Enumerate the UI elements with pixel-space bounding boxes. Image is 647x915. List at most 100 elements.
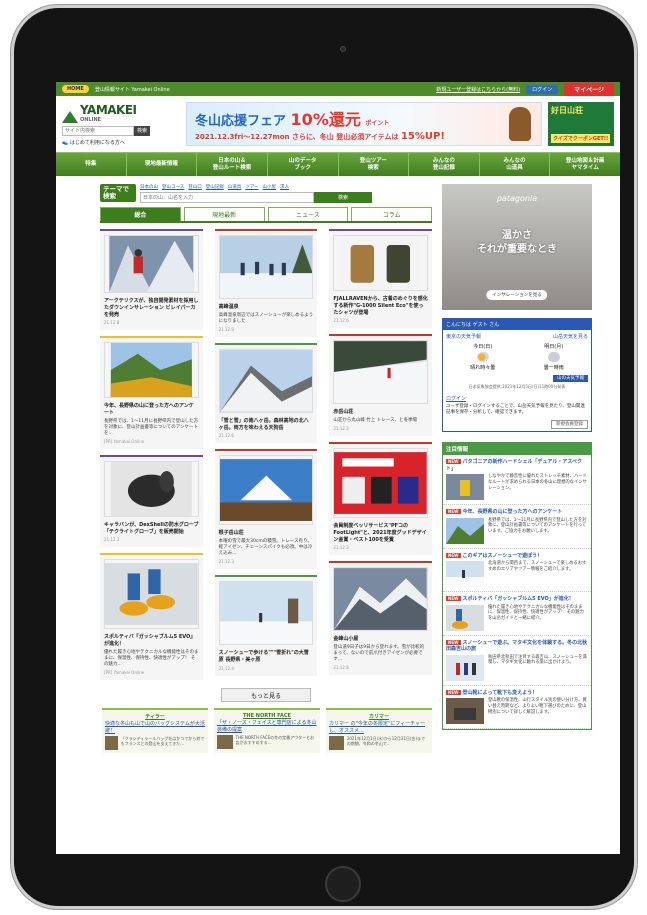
pickup-title: 今年、長野県の山に登った方へのアンケート bbox=[462, 509, 563, 516]
pickup-image bbox=[446, 561, 484, 588]
article-card[interactable]: 金峰山小屋 登山道9日子は9日から登れます。雪が比較的まって、ないので前爪付きア… bbox=[329, 561, 433, 676]
tab-news[interactable]: ニュース bbox=[267, 207, 349, 221]
mountain-weather-button[interactable]: 山の天気予報 bbox=[553, 375, 588, 382]
camera-dot bbox=[340, 46, 346, 52]
weather-change-link[interactable]: 山岳天気を見る bbox=[553, 333, 588, 340]
pickup-item[interactable]: NEW このギアはスノーシューで遊ぼう！ 北海道から関西まで、スノーシューで楽しめ… bbox=[443, 549, 591, 593]
article-desc: 長野県では、1～11月に長野県内で登山した方を対象に、登山計画書等についてのアン… bbox=[104, 418, 199, 436]
global-nav: 特集 現地最新情報 日本の山＆ 登山ルート検索 山のデータ ブック 登山ツアー … bbox=[56, 152, 620, 176]
mountain-search-input[interactable] bbox=[140, 192, 314, 203]
theme-link[interactable]: 求人 bbox=[280, 184, 289, 190]
nav-latest[interactable]: 現地最新情報 bbox=[127, 153, 198, 176]
theme-link[interactable]: 登山記録 bbox=[206, 184, 224, 190]
article-image bbox=[218, 235, 314, 299]
pickup-item[interactable]: NEW スポルティバ「ガッシャブルム5 EVO」が進化！ 優れた履き心地やテクニカ… bbox=[443, 592, 591, 636]
nav-mountains[interactable]: 日本の山＆ 登山ルート検索 bbox=[197, 153, 268, 176]
nav-gear[interactable]: みんなの 山道具 bbox=[480, 153, 551, 176]
today-label: 今日(日) bbox=[473, 344, 493, 350]
winter-fair-banner[interactable]: 冬山応援フェア 10%還元 ポイント 2021.12.3fri～12.27mon… bbox=[186, 102, 542, 146]
new-badge: NEW bbox=[446, 459, 461, 465]
promo-card[interactable]: ティラー 快適な冬山も山で山のバッグシステムが大活躍！ 「クラシティラールバッグ… bbox=[102, 708, 208, 754]
nav-yamatime[interactable]: 登山地図＆計画 ヤマタイム bbox=[550, 153, 620, 176]
promo-image bbox=[105, 736, 118, 751]
pickup-item[interactable]: NEW パタゴニアの新作ハードシェル「デュアル・アスペクト」 しなやかで静音性に優… bbox=[443, 455, 591, 506]
article-date: 21.12.3 bbox=[333, 545, 349, 551]
ad-button[interactable]: インサレーションを見る bbox=[486, 290, 548, 300]
article-meta: [PR] Yamakei Online bbox=[104, 438, 145, 444]
new-badge: NEW bbox=[446, 509, 461, 515]
article-image bbox=[104, 235, 199, 293]
first-time-link[interactable]: 👟 はじめて利用になる方へ bbox=[62, 139, 180, 146]
pickup-text: 北海道から関西まで、スノーシューで楽しめるおすすめのエリアやツアー情報をご紹介し… bbox=[488, 561, 587, 572]
theme-link[interactable]: 山小屋 bbox=[263, 184, 277, 190]
promo-title: 快適な冬山も山で山のバッグシステムが大活躍！ bbox=[105, 721, 205, 735]
home-button[interactable] bbox=[325, 866, 361, 902]
pickup-title: このギアはスノーシューで遊ぼう！ bbox=[462, 552, 543, 559]
more-button[interactable]: もっと見る bbox=[221, 688, 311, 703]
pickup-text: 優れた履き心地やテクニカルな機能性はそのままに、保温性、保持性、快適性がアップ！… bbox=[488, 604, 584, 622]
article-card[interactable]: 根子岳山荘 本曜の雪で最大30cmの積雪。トレース有り。軽アイゼン、チェーンスパ… bbox=[214, 449, 318, 570]
nav-tours[interactable]: 登山ツアー 検索 bbox=[339, 153, 410, 176]
article-card[interactable]: 「雪と雪」の南八ヶ岳。森林高地の北八ヶ岳。両方を味わえる天狗岳 21.12.6 bbox=[214, 342, 318, 444]
promo-card[interactable]: カリマー カリマー の"今年の冬限定"にフィーチャーし、オススメ... 2021… bbox=[326, 708, 432, 754]
mypage-button[interactable]: マイページ bbox=[564, 82, 614, 96]
article-card[interactable]: 高峰温泉 高峰温泉周辺ではスノーシューが楽しめるようになりました 21.12.8 bbox=[214, 229, 318, 337]
tablet-frame: HOME 登山情報サイト Yamakei Online 新規ユーザー登録はこちら… bbox=[14, 8, 634, 906]
theme-links: 日本の山 登山コース 登山口 登山記録 山道具 ツアー 山小屋 求人 bbox=[140, 184, 372, 190]
home-link[interactable]: HOME bbox=[62, 85, 89, 93]
article-date: 21.12.3 bbox=[218, 559, 234, 565]
kojitsu-sub: クイズでクーポンGET!! bbox=[551, 134, 611, 143]
login-link[interactable]: ログイン bbox=[443, 393, 591, 404]
article-card[interactable]: 赤岳山荘 山荘から丸山峰 竹上 トレース、と冬季場 21.12.3 bbox=[329, 334, 433, 437]
pickup-image bbox=[446, 654, 484, 681]
article-card[interactable]: 今年、長野県の山に登った方へのアンケート 長野県では、1～11月に長野県内で登山… bbox=[100, 336, 203, 449]
pickup-item[interactable]: NEW 今年、長野県の山に登った方へのアンケート 長野県では、1～11月に長野県内… bbox=[443, 505, 591, 549]
article-title: アークテリクスが、独自開発素材を採用したダウンインサレーション ビレイパーカを発… bbox=[104, 298, 199, 318]
article-date: 21.12.8 bbox=[333, 665, 349, 671]
theme-link[interactable]: 登山コース bbox=[162, 184, 184, 190]
mountain-search-button[interactable]: 検索 bbox=[314, 192, 372, 203]
theme-link[interactable]: 山道具 bbox=[228, 184, 242, 190]
login-button[interactable]: ログイン bbox=[526, 84, 559, 94]
site-search-button[interactable]: 検索 bbox=[134, 125, 151, 136]
article-card[interactable]: スノーシューで歩ける"""雪折れ"の大雪原 長野県・美ヶ原 21.12.4 bbox=[214, 575, 318, 676]
promo-brand: ティラー bbox=[145, 714, 165, 721]
article-image bbox=[218, 581, 314, 646]
banner-dates: 2021.12.3fri～12.27mon bbox=[195, 133, 290, 141]
logo[interactable]: YAMAKEIONLINE 検索 👟 はじめて利用になる方へ bbox=[62, 103, 180, 146]
promo-card[interactable]: THE NORTH FACE 「ザ・ノース・フェイスと専門店による冬山装備の提案… bbox=[214, 708, 320, 754]
weather-tomorrow: 明日(月) 曇一時雨 bbox=[544, 343, 564, 371]
pickup-heading: 注目情報 bbox=[443, 443, 591, 456]
theme-link[interactable]: ツアー bbox=[245, 184, 258, 190]
article-card[interactable]: アークテリクスが、独自開発素材を採用したダウンインサレーション ビレイパーカを発… bbox=[100, 229, 203, 331]
content: テーマで検索 日本の山 登山コース 登山口 登山記録 山道具 ツアー 山小屋 求… bbox=[56, 176, 620, 754]
article-card[interactable]: キャラバンが、DexShellの防水グローブ「テクライトグローブ」を販売開始 2… bbox=[100, 454, 203, 548]
new-badge: NEW bbox=[446, 639, 461, 645]
pickup-item[interactable]: NEW スノーシューで遊ぶ。マタギ文化を体験する。冬の北秋田森吉山の旅 秋田県北秋… bbox=[443, 636, 591, 686]
new-user-link[interactable]: 新規ユーザー登録はこちらから(無料) bbox=[436, 86, 520, 93]
site-search-input[interactable] bbox=[62, 125, 134, 136]
article-card[interactable]: 会員制度ベッリサービス"PFコのFootLight"と、2021年度グッドデザイ… bbox=[329, 442, 433, 556]
kojitsu-banner[interactable]: 好日山荘 クイズでクーポンGET!! bbox=[548, 102, 614, 146]
mascot-icon bbox=[509, 107, 531, 141]
promo-image bbox=[329, 736, 344, 751]
article-title: 赤岳山荘 bbox=[333, 409, 354, 416]
promo-title: カリマー の"今年の冬限定"にフィーチャーし、オススメ... bbox=[329, 721, 426, 735]
pickup-item[interactable]: NEW 登山靴によって靴下も変えよう！ 登山靴の保温性、山行スタイル別の使い分け方… bbox=[443, 686, 591, 730]
article-card[interactable]: FJALLRAVENから、古着のめぐりを感化する新作"G-1000 Silent… bbox=[329, 229, 433, 329]
promo-image bbox=[217, 735, 233, 750]
article-column-2: 高峰温泉 高峰温泉周辺ではスノーシューが楽しめるようになりました 21.12.8… bbox=[214, 229, 318, 680]
tab-all[interactable]: 総合 bbox=[100, 207, 181, 221]
article-card[interactable]: スポルティバ『ガッシャブルム5 EVO』が進化！ 優れた履き心地やテクニカルな機… bbox=[100, 553, 203, 681]
register-button[interactable]: 新規会員登録 bbox=[551, 420, 588, 430]
tab-column[interactable]: コラム bbox=[351, 207, 432, 221]
pickup-image bbox=[446, 474, 484, 501]
nav-records[interactable]: みんなの 登山記録 bbox=[409, 153, 480, 176]
theme-link[interactable]: 登山口 bbox=[188, 184, 202, 190]
tab-latest[interactable]: 現地最新 bbox=[183, 207, 265, 221]
patagonia-ad[interactable]: patagonia 温かさ それが重要なとき インサレーションを見る bbox=[442, 184, 592, 310]
new-badge: NEW bbox=[446, 596, 461, 602]
theme-link[interactable]: 日本の山 bbox=[140, 184, 158, 190]
nav-feature[interactable]: 特集 bbox=[56, 153, 127, 176]
nav-databook[interactable]: 山のデータ ブック bbox=[268, 153, 339, 176]
